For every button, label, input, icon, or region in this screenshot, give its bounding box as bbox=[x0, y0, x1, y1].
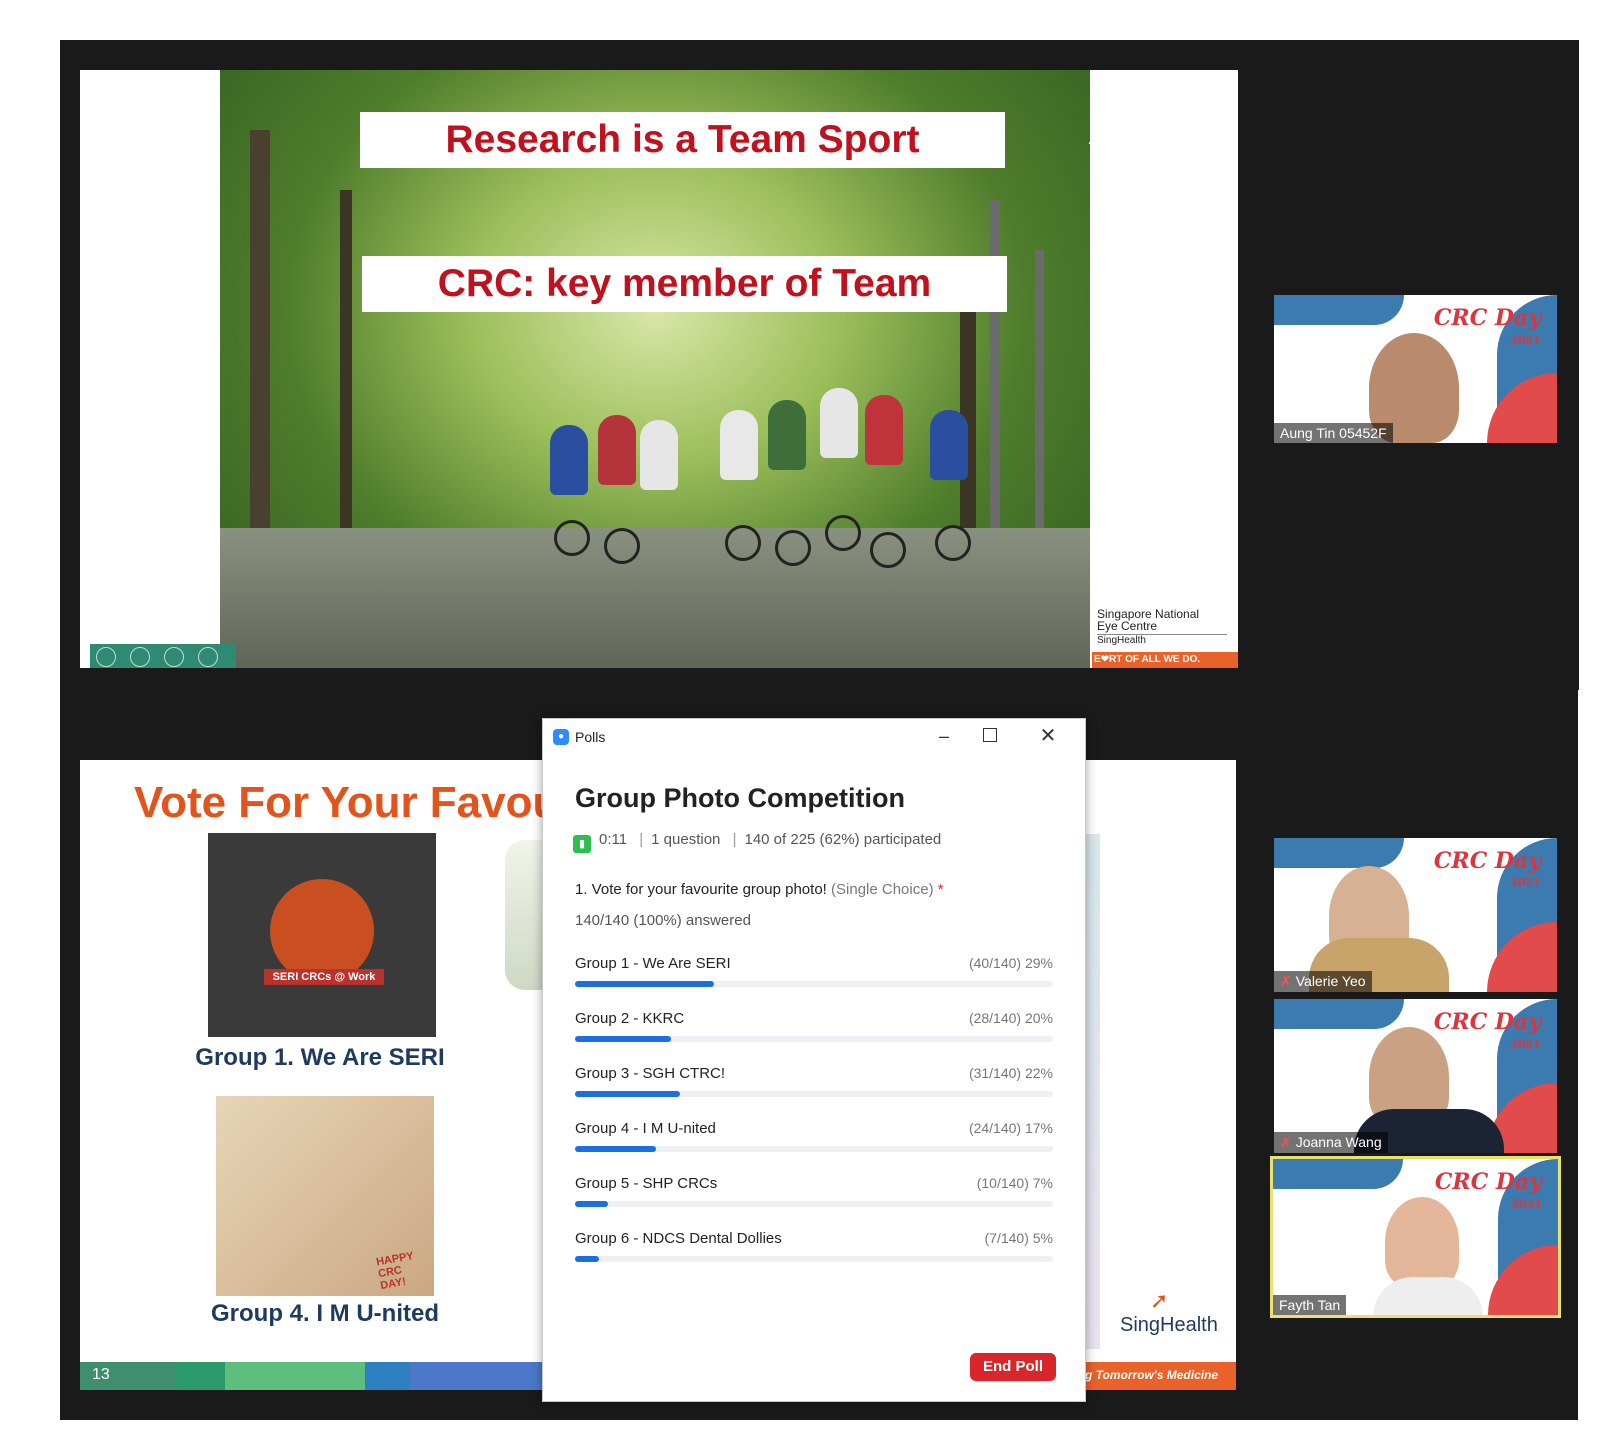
poll-option-bar-fill bbox=[575, 981, 714, 987]
participant-name: Fayth Tan bbox=[1273, 1295, 1347, 1315]
polls-window[interactable]: ● Polls – ✕ Group Photo Competition ▮ 0:1… bbox=[542, 718, 1086, 1402]
slide-banner-2: CRC: key member of Team bbox=[362, 256, 1007, 312]
poll-results-icon: ▮ bbox=[573, 835, 591, 853]
group4-photo: HAPPY CRC DAY! bbox=[216, 1096, 434, 1296]
poll-option-bar-track bbox=[575, 1091, 1053, 1097]
grid-icon[interactable] bbox=[198, 647, 218, 667]
slide-banner-1: Research is a Team Sport bbox=[360, 112, 1005, 168]
pen-icon[interactable] bbox=[164, 647, 184, 667]
maximize-button[interactable] bbox=[983, 728, 997, 742]
poll-option: Group 3 - SGH CTRC! (31/140) 22% bbox=[575, 1065, 1053, 1097]
slide-number: 13 bbox=[92, 1366, 110, 1383]
prev-slide-icon[interactable] bbox=[96, 647, 116, 667]
participant-tile[interactable]: CRC Day 2021 ✗ Joanna Wang bbox=[1274, 999, 1557, 1153]
poll-option: Group 4 - I M U-nited (24/140) 17% bbox=[575, 1120, 1053, 1152]
poll-option-count: (40/140) 29% bbox=[968, 955, 1053, 971]
slide-nav-controls[interactable] bbox=[90, 644, 236, 668]
close-button[interactable]: ✕ bbox=[1035, 723, 1061, 749]
poll-option-label: Group 6 - NDCS Dental Dollies bbox=[575, 1230, 782, 1247]
group1-photo: SERI CRCs @ Work bbox=[208, 833, 436, 1037]
mic-muted-icon: ✗ bbox=[1280, 973, 1292, 989]
participant-tile[interactable]: CRC Day 2021 Aung Tin 05452F bbox=[1274, 295, 1557, 443]
poll-option-count: (7/140) 5% bbox=[984, 1230, 1053, 1246]
poll-option-bar-fill bbox=[575, 1201, 609, 1207]
poll-option-bar-fill bbox=[575, 1256, 599, 1262]
participant-name: ✗ Valerie Yeo bbox=[1274, 971, 1372, 992]
window-title: Polls bbox=[575, 729, 606, 745]
zoom-app-icon: ● bbox=[553, 729, 569, 745]
mic-muted-icon: ✗ bbox=[1280, 1134, 1292, 1150]
group-photo-partial bbox=[1086, 834, 1100, 1349]
poll-option-bar-fill bbox=[575, 1036, 671, 1042]
crc-day-logo: CRC Day 2021 bbox=[1433, 305, 1541, 346]
poll-option-bar-track bbox=[575, 1201, 1053, 1207]
poll-option: Group 1 - We Are SERI (40/140) 29% bbox=[575, 955, 1053, 987]
poll-meta: ▮ 0:11 | 1 question | 140 of 225 (62%) part… bbox=[573, 831, 941, 853]
poll-option-bar-fill bbox=[575, 1146, 657, 1152]
poll-option: Group 5 - SHP CRCs (10/140) 7% bbox=[575, 1175, 1053, 1207]
poll-option-count: (31/140) 22% bbox=[968, 1065, 1053, 1081]
participant-name: ✗ Joanna Wang bbox=[1274, 1132, 1388, 1153]
poll-option: Group 6 - NDCS Dental Dollies (7/140) 5% bbox=[575, 1230, 1053, 1262]
poll-option-count: (24/140) 17% bbox=[968, 1120, 1053, 1136]
slide-heading: Vote For Your Favou bbox=[134, 778, 560, 827]
poll-option-bar-track bbox=[575, 1146, 1053, 1152]
participant-name: Aung Tin 05452F bbox=[1274, 423, 1393, 443]
participant-tile[interactable]: CRC Day 2021 ✗ Valerie Yeo bbox=[1274, 838, 1557, 992]
poll-option-bar-track bbox=[575, 1256, 1053, 1262]
crc-day-logo: CRC Day 2021 bbox=[1433, 1009, 1541, 1050]
poll-option-count: (10/140) 7% bbox=[976, 1175, 1053, 1191]
end-poll-button[interactable]: End Poll bbox=[970, 1353, 1056, 1381]
group2-photo-partial bbox=[505, 840, 547, 990]
singhealth-logo: ➚ SingHealth bbox=[1120, 1288, 1218, 1336]
next-slide-icon[interactable] bbox=[130, 647, 150, 667]
poll-option-bar-track bbox=[575, 981, 1053, 987]
poll-option-count: (28/140) 20% bbox=[968, 1010, 1053, 1026]
group1-caption: Group 1. We Are SERI bbox=[195, 1044, 445, 1071]
participant-video bbox=[1385, 1197, 1459, 1287]
shared-screen-top: Research is a Team Sport CRC: key member… bbox=[80, 70, 1238, 668]
minimize-button[interactable]: – bbox=[931, 723, 957, 749]
poll-option-bar-fill bbox=[575, 1091, 681, 1097]
snec-logo: Singapore National Eye Centre SingHealth bbox=[1097, 608, 1227, 647]
poll-answered: 140/140 (100%) answered bbox=[575, 912, 751, 929]
slide-tagline: E❤RT OF ALL WE DO. bbox=[1092, 652, 1238, 668]
mouse-cursor: ▲ bbox=[1085, 128, 1103, 148]
crc-day-logo: CRC Day 2021 bbox=[1433, 848, 1541, 889]
poll-option-bar-track bbox=[575, 1036, 1053, 1042]
crc-day-logo: CRC Day 2021 bbox=[1434, 1169, 1542, 1210]
group4-caption: Group 4. I M U-nited bbox=[211, 1300, 439, 1327]
poll-title: Group Photo Competition bbox=[575, 783, 905, 813]
footer-tagline: g Tomorrow's Medicine bbox=[1085, 1368, 1219, 1382]
poll-question: 1. Vote for your favourite group photo! … bbox=[575, 881, 944, 898]
poll-option: Group 2 - KKRC (28/140) 20% bbox=[575, 1010, 1053, 1042]
active-speaker-tile[interactable]: CRC Day 2021 Fayth Tan bbox=[1270, 1156, 1561, 1318]
